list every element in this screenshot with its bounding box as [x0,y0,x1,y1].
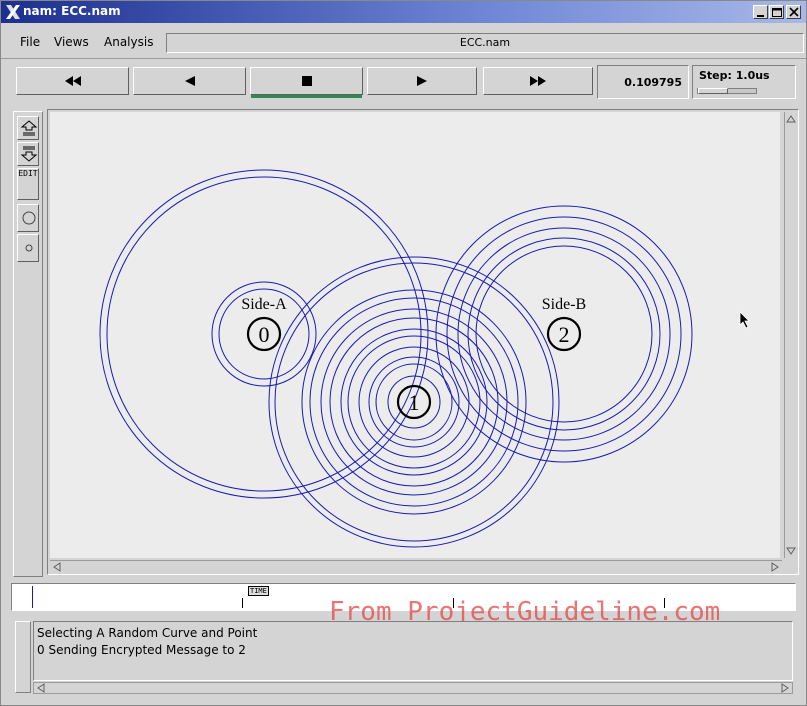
stop-button[interactable] [250,67,363,98]
menu-analysis[interactable]: Analysis [104,35,153,49]
scroll-right-icon [781,683,789,693]
circle-large-icon [22,211,36,225]
node-size-large-button[interactable] [17,204,39,232]
step-slider[interactable] [697,88,757,94]
annotation-console: Selecting A Random Curve and Point 0 Sen… [33,621,793,681]
time-position-indicator [32,586,33,608]
fast-forward-button[interactable] [483,67,593,95]
console-line: 0 Sending Encrypted Message to 2 [37,643,246,657]
filename-display: ECC.nam [166,33,804,53]
title-bar[interactable]: nam: ECC.nam [1,1,806,23]
fast-forward-icon [530,76,546,86]
x-logo-icon [6,5,20,19]
zoom-in-button[interactable] [17,116,39,140]
step-control: Step: 1.0us [692,65,796,99]
network-canvas-frame: 0 Side-A 1 2 Side-B [47,109,799,575]
circle-small-icon [25,244,33,252]
close-icon [789,7,799,17]
nam-window: nam: ECC.nam File Views Analysis ECC.nam [0,0,807,706]
fast-rewind-button[interactable] [16,67,129,95]
node-1-id: 1 [409,390,420,415]
scroll-left-icon [37,683,45,693]
node-2[interactable]: 2 Side-B [542,296,586,352]
zoom-out-button[interactable] [17,142,39,166]
minimize-button[interactable] [753,5,768,19]
canvas-vertical-scrollbar[interactable] [784,112,796,558]
menu-bar: File Views Analysis ECC.nam [1,25,806,59]
play-forward-icon [417,76,427,86]
stop-icon [301,76,312,86]
tool-sidebar: EDIT [13,111,43,577]
node-size-small-button[interactable] [17,234,39,262]
zoom-in-icon [20,120,38,136]
rewind-button[interactable] [133,67,246,95]
menu-file[interactable]: File [20,35,40,49]
menu-views[interactable]: Views [54,35,89,49]
node-0-id: 0 [259,322,270,347]
console-line: Selecting A Random Curve and Point [37,626,258,640]
maximize-button[interactable] [769,5,784,19]
console-side-panel [15,621,31,693]
zoom-out-icon [20,146,38,162]
step-slider-thumb[interactable] [698,88,728,94]
window-title: nam: ECC.nam [23,4,121,18]
node-0-label: Side-A [241,296,287,313]
playback-toolbar: 0.109795 Step: 1.0us [9,63,799,101]
wave-drawing: 0 Side-A 1 2 Side-B [99,169,693,548]
console-horizontal-scrollbar[interactable] [33,682,793,694]
scroll-down-icon [786,547,796,555]
node-1[interactable]: 1 [396,384,432,420]
close-button[interactable] [786,5,801,19]
fast-rewind-icon [64,76,81,86]
scroll-up-icon [786,115,796,123]
canvas-horizontal-scrollbar[interactable] [50,560,782,572]
minimize-icon [757,15,764,17]
play-backward-icon [184,76,195,86]
current-time-display: 0.109795 [597,65,689,99]
node-2-label: Side-B [542,296,586,313]
play-button[interactable] [367,67,477,95]
timeline-tick [242,598,243,608]
node-2-id: 2 [559,322,570,347]
network-canvas[interactable]: 0 Side-A 1 2 Side-B [50,112,780,558]
node-0[interactable]: 0 Side-A [241,296,287,352]
time-marker[interactable]: TIME [248,586,269,596]
maximize-icon [772,8,782,17]
edit-label: EDIT [18,169,38,178]
scroll-left-icon [53,562,61,572]
step-label: Step: 1.0us [699,69,770,82]
scroll-right-icon [771,562,779,572]
mouse-pointer-icon [739,311,750,329]
